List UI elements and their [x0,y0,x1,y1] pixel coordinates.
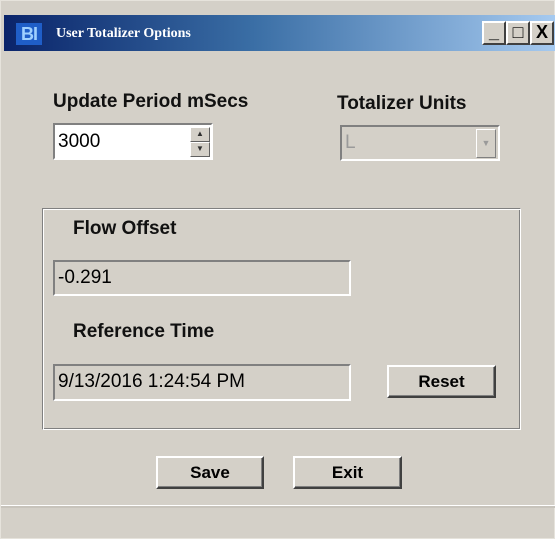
spin-up-icon[interactable]: ▲ [190,127,210,142]
title-bar[interactable]: BI User Totalizer Options _ □ X [4,15,555,51]
exit-button[interactable]: Exit [293,456,402,489]
reference-time-label: Reference Time [73,321,215,342]
spin-down-icon[interactable]: ▼ [190,142,210,157]
minimize-button[interactable]: _ [482,21,506,45]
app-logo-icon: BI [16,23,42,45]
flow-offset-field: -0.291 [53,260,351,296]
close-button[interactable]: X [530,21,554,45]
update-period-input[interactable]: 3000 [53,123,213,160]
user-totalizer-options-window: BI User Totalizer Options _ □ X Update P… [0,0,555,539]
window-title: User Totalizer Options [56,26,191,41]
update-period-stepper[interactable]: ▲ ▼ [190,127,210,157]
flow-offset-label: Flow Offset [73,218,177,239]
chevron-down-icon[interactable]: ▼ [476,129,496,158]
maximize-button[interactable]: □ [506,21,530,45]
update-period-label: Update Period mSecs [53,91,249,112]
save-button[interactable]: Save [156,456,264,489]
status-separator [1,505,555,508]
totalizer-units-label: Totalizer Units [337,93,467,114]
reference-time-field: 9/13/2016 1:24:54 PM [53,364,351,401]
reset-button[interactable]: Reset [387,365,496,398]
